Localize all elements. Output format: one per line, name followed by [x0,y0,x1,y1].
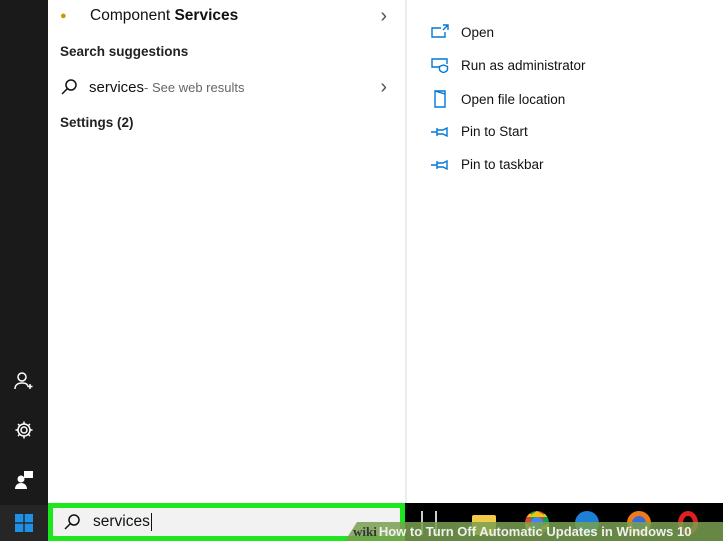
add-user-icon[interactable] [12,369,36,393]
action-label: Open [461,24,495,40]
feedback-icon[interactable] [12,468,36,492]
action-pin-to-start[interactable]: Pin to Start [431,124,528,139]
search-icon [61,79,77,95]
start-button[interactable] [0,505,48,541]
action-open-file-location[interactable]: Open file location [431,90,565,108]
watermark-brand: wiki [353,523,377,539]
chevron-right-icon[interactable]: › [380,5,387,28]
result-component-services[interactable]: ● Component Services › [60,4,393,28]
result-label-bold: Services [174,7,239,24]
action-label: Pin to Start [461,124,528,139]
folder-icon [434,90,446,108]
suggestion-suffix: - See web results [144,79,245,95]
open-icon [431,24,449,38]
action-label: Pin to taskbar [461,157,544,172]
search-results-panel: ● Component Services › Search suggestion… [48,0,405,503]
shield-icon [431,58,449,73]
start-sidebar [0,0,48,541]
result-label: Component [90,7,175,24]
settings-header[interactable]: Settings (2) [60,115,134,130]
chevron-right-icon[interactable]: › [380,76,387,99]
watermark: wiki How to Turn Off Automatic Updates in… [345,522,723,541]
settings-gear-icon[interactable] [12,418,36,442]
search-icon [64,514,80,530]
suggestions-header: Search suggestions [60,44,189,59]
pin-icon [431,126,448,137]
action-label: Open file location [461,91,566,107]
pin-icon [431,159,448,170]
action-label: Run as administrator [461,57,586,73]
component-services-icon: ● [60,10,67,22]
watermark-title: How to Turn Off Automatic Updates in Win… [378,524,692,539]
suggestion-query: services [89,78,145,96]
action-run-as-admin[interactable]: Run as administrator [431,57,586,73]
web-suggestion[interactable]: services - See web results › [60,76,393,98]
actions-panel: Open Run as administrator Open file loca… [407,0,723,503]
action-pin-to-taskbar[interactable]: Pin to taskbar [431,157,544,172]
windows-logo-icon [15,514,33,532]
search-input[interactable]: services [93,513,152,531]
action-open[interactable]: Open [431,24,494,40]
